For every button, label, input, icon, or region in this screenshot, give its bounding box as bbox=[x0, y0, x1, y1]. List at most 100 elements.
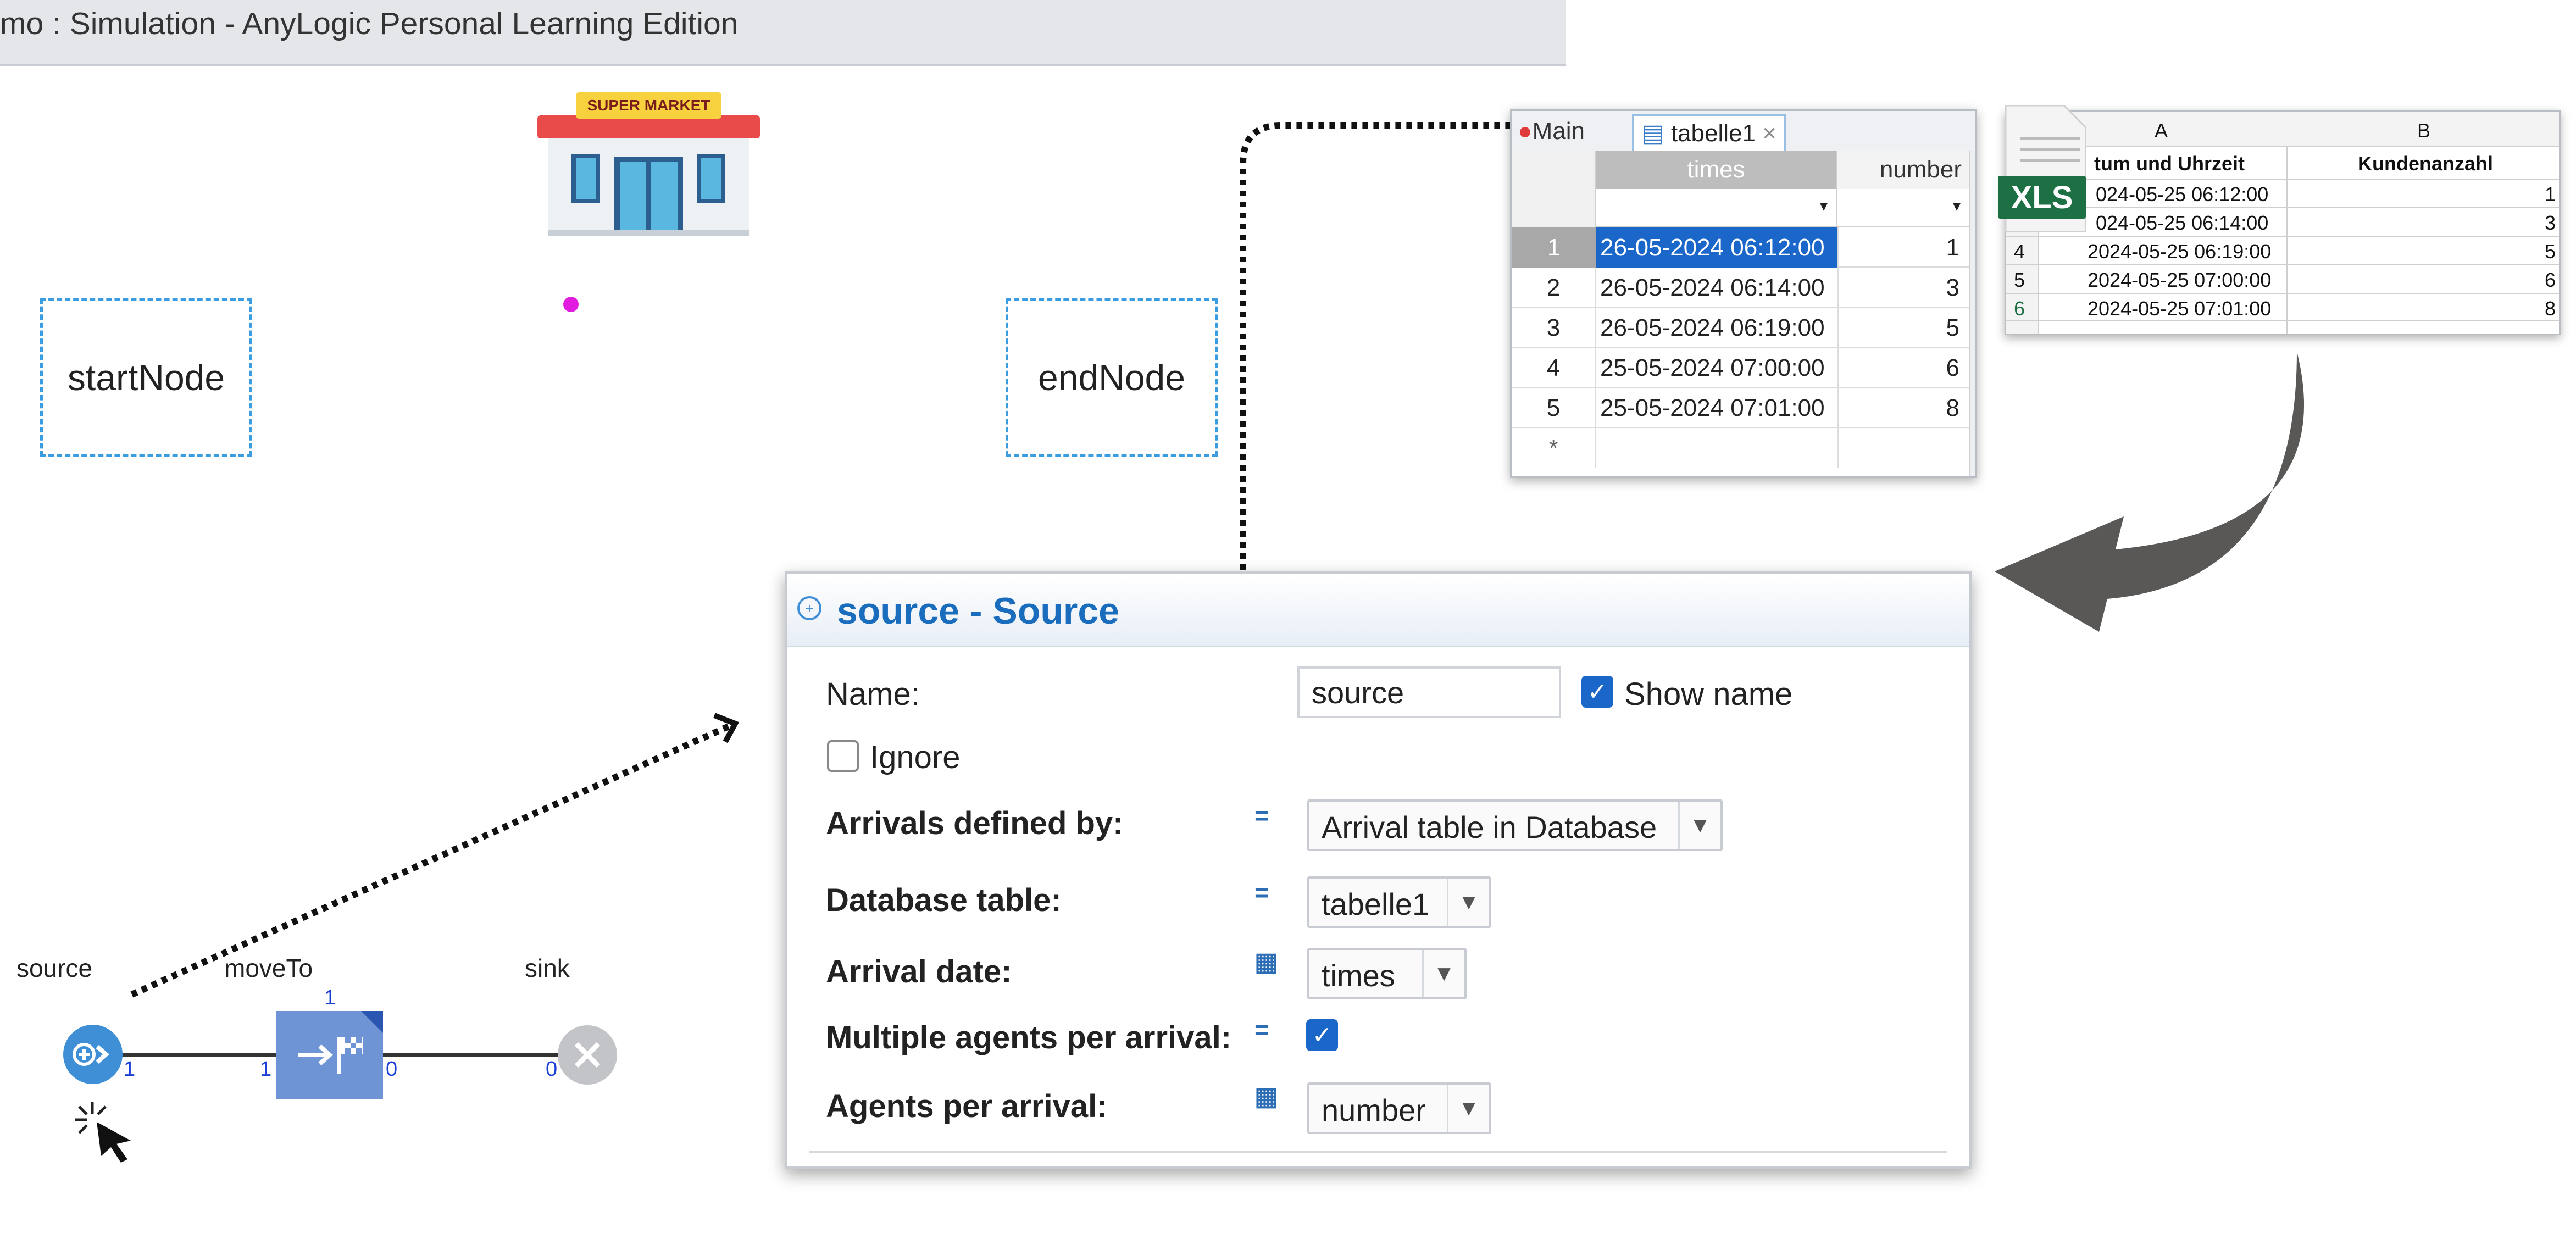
database-table-dropdown[interactable]: tabelle1 ▼ bbox=[1307, 876, 1491, 928]
show-name-checkbox[interactable]: ✓ bbox=[1581, 676, 1613, 708]
start-node-label: startNode bbox=[67, 357, 225, 398]
tab-main[interactable]: ●Main bbox=[1518, 118, 1585, 145]
source-icon[interactable] bbox=[62, 1024, 124, 1085]
supermarket-icon: SUPER MARKET bbox=[537, 88, 760, 236]
cell-times[interactable]: 26-05-2024 06:19:00 bbox=[1596, 308, 1837, 348]
excel-row[interactable]: 4 2024-05-25 06:19:00 5 bbox=[2006, 236, 2559, 264]
name-label: Name: bbox=[826, 676, 920, 712]
excel-row[interactable]: 024-05-25 06:12:00 1 bbox=[2006, 179, 2559, 207]
multiple-agents-checkbox[interactable]: ✓ bbox=[1306, 1019, 1338, 1051]
cell-times[interactable]: 26-05-2024 06:14:00 bbox=[1596, 268, 1837, 308]
excel-row-number: 6 bbox=[2014, 297, 2025, 320]
chevron-down-icon[interactable]: ▼ bbox=[1447, 1085, 1489, 1132]
excel-cell-a[interactable]: 2024-05-25 07:00:00 bbox=[2088, 269, 2271, 292]
tab-tabelle1-label: tabelle1 bbox=[1670, 120, 1756, 147]
table-new-row[interactable]: * bbox=[1512, 428, 1975, 468]
table-column-icon[interactable]: ▦ bbox=[1254, 1081, 1278, 1111]
arrival-date-dropdown[interactable]: times ▼ bbox=[1307, 948, 1467, 999]
excel-cell-b[interactable]: 8 bbox=[2545, 297, 2556, 320]
excel-cell-a[interactable]: 024-05-25 06:14:00 bbox=[2096, 212, 2268, 235]
cell-times[interactable]: 25-05-2024 07:00:00 bbox=[1596, 348, 1837, 388]
excel-xls-badge: XLS bbox=[1998, 176, 2086, 219]
excel-row[interactable]: 5 2024-05-25 07:00:00 6 bbox=[2006, 264, 2559, 293]
cell-number[interactable]: 6 bbox=[1837, 348, 1969, 388]
cell-times[interactable]: 25-05-2024 07:01:00 bbox=[1596, 388, 1837, 428]
sink-icon[interactable] bbox=[557, 1024, 618, 1086]
row-number: 1 bbox=[1512, 227, 1596, 268]
end-node-label: endNode bbox=[1038, 357, 1185, 398]
tab-close-icon[interactable]: × bbox=[1762, 120, 1776, 147]
chevron-down-icon[interactable]: ▼ bbox=[1447, 879, 1489, 926]
tab-main-label: Main bbox=[1532, 118, 1585, 145]
excel-col-b[interactable]: B bbox=[2417, 119, 2430, 142]
curved-arrow-icon bbox=[1989, 352, 2330, 637]
excel-cell-b[interactable]: 6 bbox=[2545, 269, 2556, 292]
supermarket-sign: SUPER MARKET bbox=[576, 92, 721, 119]
cell-times[interactable]: 26-05-2024 06:12:00 bbox=[1596, 227, 1837, 268]
cell-number[interactable]: 8 bbox=[1837, 388, 1969, 428]
db-col-times-label: times bbox=[1687, 156, 1745, 183]
panel-bottom-divider bbox=[809, 1151, 1947, 1153]
moveto-top-port: 1 bbox=[324, 986, 336, 1009]
excel-col-a[interactable]: A bbox=[2155, 119, 2168, 142]
panel-title: source - Source bbox=[837, 590, 1119, 632]
db-scrollbar[interactable] bbox=[1969, 151, 1975, 476]
source-properties-panel: + source - Source Name: ✓ Show name Igno… bbox=[785, 571, 1972, 1169]
cell-number[interactable]: 3 bbox=[1837, 268, 1969, 308]
chevron-down-icon[interactable]: ▼ bbox=[1678, 802, 1720, 849]
static-value-icon[interactable]: = bbox=[1254, 1015, 1269, 1044]
moveto-flag-icon[interactable] bbox=[276, 1011, 383, 1099]
excel-cell-b[interactable]: 5 bbox=[2545, 240, 2556, 263]
db-col-times[interactable]: times bbox=[1596, 151, 1837, 189]
static-value-icon[interactable]: = bbox=[1254, 877, 1269, 907]
end-node[interactable]: endNode bbox=[1006, 298, 1218, 457]
row-number: 5 bbox=[1512, 388, 1596, 428]
db-filter-number[interactable]: ▾ bbox=[1837, 189, 1969, 227]
excel-sheet: A B tum und Uhrzeit Kundenanzahl 024-05-… bbox=[2005, 110, 2561, 335]
table-row[interactable]: 5 25-05-2024 07:01:00 8 bbox=[1512, 388, 1975, 428]
source-block-label: source bbox=[16, 954, 93, 982]
cell-number[interactable]: 5 bbox=[1837, 308, 1969, 348]
new-row-marker: * bbox=[1512, 428, 1596, 468]
arrivals-defined-label: Arrivals defined by: bbox=[826, 805, 1124, 841]
db-filter-times[interactable]: ▾ bbox=[1596, 189, 1837, 227]
table-column-icon[interactable]: ▦ bbox=[1254, 947, 1278, 976]
table-row[interactable]: 2 26-05-2024 06:14:00 3 bbox=[1512, 268, 1975, 308]
agents-per-arrival-dropdown[interactable]: number ▼ bbox=[1307, 1082, 1491, 1134]
excel-cell-a[interactable]: 2024-05-25 07:01:00 bbox=[2088, 297, 2271, 320]
excel-cell-a[interactable]: 024-05-25 06:12:00 bbox=[2096, 183, 2268, 206]
arrival-date-label: Arrival date: bbox=[826, 954, 1012, 990]
table-row[interactable]: 1 26-05-2024 06:12:00 1 bbox=[1512, 227, 1975, 268]
row-number: 2 bbox=[1512, 268, 1596, 308]
excel-row[interactable]: 6 2024-05-25 07:01:00 8 bbox=[2006, 293, 2559, 321]
multiple-agents-label: Multiple agents per arrival: bbox=[826, 1020, 1232, 1055]
table-row[interactable]: 3 26-05-2024 06:19:00 5 bbox=[1512, 308, 1975, 348]
name-field[interactable] bbox=[1297, 666, 1561, 718]
table-row[interactable]: 4 25-05-2024 07:00:00 6 bbox=[1512, 348, 1975, 388]
excel-cell-a[interactable]: 2024-05-25 06:19:00 bbox=[2088, 240, 2271, 263]
static-value-icon[interactable]: = bbox=[1254, 801, 1269, 830]
db-col-number[interactable]: number bbox=[1837, 151, 1969, 189]
arrivals-defined-dropdown[interactable]: Arrival table in Database ▼ bbox=[1307, 799, 1723, 851]
excel-file-icon: XLS bbox=[1998, 104, 2087, 233]
ignore-checkbox[interactable] bbox=[827, 740, 859, 772]
excel-cell-b[interactable]: 3 bbox=[2545, 212, 2556, 235]
panel-header: + source - Source bbox=[787, 574, 1969, 647]
excel-cell-b[interactable]: 1 bbox=[2545, 183, 2556, 206]
cursor-click-icon bbox=[70, 1098, 142, 1164]
agents-per-arrival-value: number bbox=[1322, 1093, 1426, 1127]
excel-row[interactable]: 024-05-25 06:14:00 3 bbox=[2006, 207, 2559, 236]
excel-header-b[interactable]: Kundenanzahl bbox=[2358, 152, 2493, 175]
cell-number[interactable]: 1 bbox=[1837, 227, 1969, 268]
tab-tabelle1[interactable]: ▤ tabelle1 × bbox=[1632, 114, 1786, 151]
start-node[interactable]: startNode bbox=[40, 298, 252, 457]
chevron-down-icon[interactable]: ▼ bbox=[1422, 950, 1464, 997]
supermarket-sign-text: SUPER MARKET bbox=[587, 97, 710, 114]
source-block-icon: + bbox=[797, 596, 821, 620]
db-row-header-corner bbox=[1512, 151, 1596, 227]
db-col-number-label: number bbox=[1879, 156, 1962, 183]
database-table-value: tabelle1 bbox=[1322, 887, 1430, 921]
arrivals-defined-value: Arrival table in Database bbox=[1322, 810, 1657, 844]
excel-badge-text: XLS bbox=[2011, 179, 2073, 215]
excel-header-a[interactable]: tum und Uhrzeit bbox=[2094, 152, 2245, 175]
